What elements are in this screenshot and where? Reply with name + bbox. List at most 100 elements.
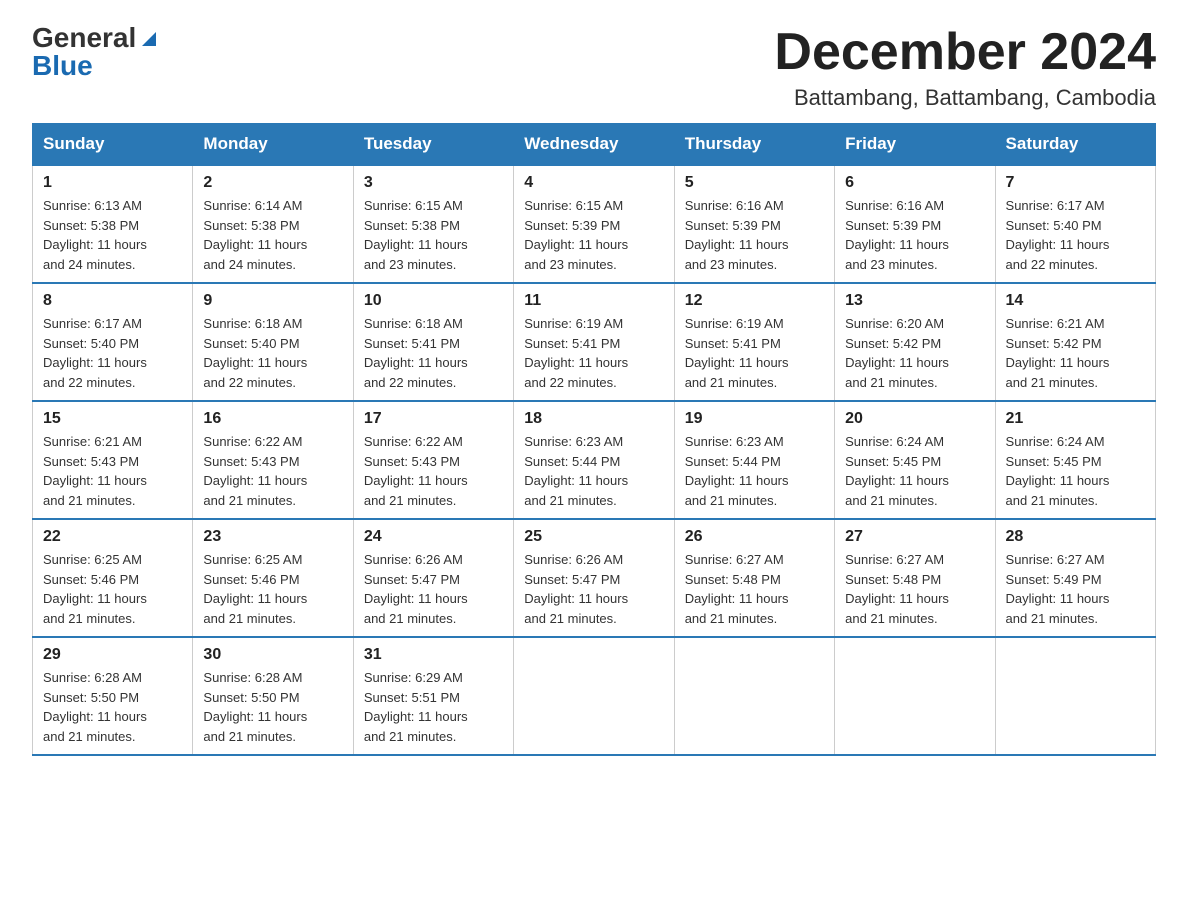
day-number: 13: [845, 292, 984, 310]
calendar-day-cell: 12 Sunrise: 6:19 AMSunset: 5:41 PMDaylig…: [674, 283, 834, 401]
day-number: 21: [1006, 410, 1145, 428]
calendar-day-cell: 2 Sunrise: 6:14 AMSunset: 5:38 PMDayligh…: [193, 165, 353, 283]
calendar-day-cell: 7 Sunrise: 6:17 AMSunset: 5:40 PMDayligh…: [995, 165, 1155, 283]
day-info: Sunrise: 6:22 AMSunset: 5:43 PMDaylight:…: [364, 434, 468, 508]
day-info: Sunrise: 6:19 AMSunset: 5:41 PMDaylight:…: [524, 316, 628, 390]
calendar-day-cell: 26 Sunrise: 6:27 AMSunset: 5:48 PMDaylig…: [674, 519, 834, 637]
page-header: General Blue December 2024 Battambang, B…: [32, 24, 1156, 111]
day-number: 15: [43, 410, 182, 428]
calendar-day-cell: 21 Sunrise: 6:24 AMSunset: 5:45 PMDaylig…: [995, 401, 1155, 519]
day-number: 26: [685, 528, 824, 546]
logo-text-blue: Blue: [32, 52, 93, 80]
calendar-week-row: 15 Sunrise: 6:21 AMSunset: 5:43 PMDaylig…: [33, 401, 1156, 519]
day-info: Sunrise: 6:24 AMSunset: 5:45 PMDaylight:…: [845, 434, 949, 508]
day-number: 28: [1006, 528, 1145, 546]
calendar-day-cell: 14 Sunrise: 6:21 AMSunset: 5:42 PMDaylig…: [995, 283, 1155, 401]
day-number: 31: [364, 646, 503, 664]
day-info: Sunrise: 6:27 AMSunset: 5:48 PMDaylight:…: [845, 552, 949, 626]
col-header-thursday: Thursday: [674, 124, 834, 166]
day-number: 8: [43, 292, 182, 310]
calendar-day-cell: 1 Sunrise: 6:13 AMSunset: 5:38 PMDayligh…: [33, 165, 193, 283]
day-number: 3: [364, 174, 503, 192]
calendar-day-cell: 16 Sunrise: 6:22 AMSunset: 5:43 PMDaylig…: [193, 401, 353, 519]
day-info: Sunrise: 6:26 AMSunset: 5:47 PMDaylight:…: [524, 552, 628, 626]
calendar-table: SundayMondayTuesdayWednesdayThursdayFrid…: [32, 123, 1156, 756]
calendar-day-cell: 8 Sunrise: 6:17 AMSunset: 5:40 PMDayligh…: [33, 283, 193, 401]
day-number: 9: [203, 292, 342, 310]
col-header-saturday: Saturday: [995, 124, 1155, 166]
day-info: Sunrise: 6:25 AMSunset: 5:46 PMDaylight:…: [203, 552, 307, 626]
day-info: Sunrise: 6:13 AMSunset: 5:38 PMDaylight:…: [43, 198, 147, 272]
day-number: 17: [364, 410, 503, 428]
day-number: 25: [524, 528, 663, 546]
day-number: 20: [845, 410, 984, 428]
calendar-day-cell: 22 Sunrise: 6:25 AMSunset: 5:46 PMDaylig…: [33, 519, 193, 637]
day-number: 29: [43, 646, 182, 664]
day-info: Sunrise: 6:23 AMSunset: 5:44 PMDaylight:…: [685, 434, 789, 508]
calendar-header-row: SundayMondayTuesdayWednesdayThursdayFrid…: [33, 124, 1156, 166]
day-info: Sunrise: 6:28 AMSunset: 5:50 PMDaylight:…: [43, 670, 147, 744]
calendar-day-cell: 31 Sunrise: 6:29 AMSunset: 5:51 PMDaylig…: [353, 637, 513, 755]
calendar-day-cell: 15 Sunrise: 6:21 AMSunset: 5:43 PMDaylig…: [33, 401, 193, 519]
day-info: Sunrise: 6:17 AMSunset: 5:40 PMDaylight:…: [1006, 198, 1110, 272]
day-number: 2: [203, 174, 342, 192]
day-number: 27: [845, 528, 984, 546]
day-info: Sunrise: 6:21 AMSunset: 5:42 PMDaylight:…: [1006, 316, 1110, 390]
calendar-day-cell: 27 Sunrise: 6:27 AMSunset: 5:48 PMDaylig…: [835, 519, 995, 637]
day-number: 18: [524, 410, 663, 428]
calendar-day-cell: 28 Sunrise: 6:27 AMSunset: 5:49 PMDaylig…: [995, 519, 1155, 637]
day-info: Sunrise: 6:22 AMSunset: 5:43 PMDaylight:…: [203, 434, 307, 508]
calendar-day-cell: 24 Sunrise: 6:26 AMSunset: 5:47 PMDaylig…: [353, 519, 513, 637]
logo-triangle-icon: [138, 28, 160, 50]
calendar-week-row: 8 Sunrise: 6:17 AMSunset: 5:40 PMDayligh…: [33, 283, 1156, 401]
month-title: December 2024: [774, 24, 1156, 81]
calendar-day-cell: 19 Sunrise: 6:23 AMSunset: 5:44 PMDaylig…: [674, 401, 834, 519]
day-info: Sunrise: 6:16 AMSunset: 5:39 PMDaylight:…: [845, 198, 949, 272]
col-header-monday: Monday: [193, 124, 353, 166]
col-header-tuesday: Tuesday: [353, 124, 513, 166]
day-number: 7: [1006, 174, 1145, 192]
calendar-day-cell: 30 Sunrise: 6:28 AMSunset: 5:50 PMDaylig…: [193, 637, 353, 755]
day-info: Sunrise: 6:15 AMSunset: 5:38 PMDaylight:…: [364, 198, 468, 272]
calendar-empty-cell: [514, 637, 674, 755]
calendar-empty-cell: [674, 637, 834, 755]
day-number: 23: [203, 528, 342, 546]
day-number: 6: [845, 174, 984, 192]
day-number: 16: [203, 410, 342, 428]
calendar-day-cell: 20 Sunrise: 6:24 AMSunset: 5:45 PMDaylig…: [835, 401, 995, 519]
day-info: Sunrise: 6:18 AMSunset: 5:41 PMDaylight:…: [364, 316, 468, 390]
day-info: Sunrise: 6:20 AMSunset: 5:42 PMDaylight:…: [845, 316, 949, 390]
day-info: Sunrise: 6:26 AMSunset: 5:47 PMDaylight:…: [364, 552, 468, 626]
calendar-day-cell: 9 Sunrise: 6:18 AMSunset: 5:40 PMDayligh…: [193, 283, 353, 401]
logo-text-general: General: [32, 24, 136, 52]
day-info: Sunrise: 6:24 AMSunset: 5:45 PMDaylight:…: [1006, 434, 1110, 508]
day-number: 14: [1006, 292, 1145, 310]
calendar-day-cell: 18 Sunrise: 6:23 AMSunset: 5:44 PMDaylig…: [514, 401, 674, 519]
col-header-wednesday: Wednesday: [514, 124, 674, 166]
day-info: Sunrise: 6:17 AMSunset: 5:40 PMDaylight:…: [43, 316, 147, 390]
day-number: 10: [364, 292, 503, 310]
calendar-day-cell: 4 Sunrise: 6:15 AMSunset: 5:39 PMDayligh…: [514, 165, 674, 283]
day-number: 5: [685, 174, 824, 192]
calendar-empty-cell: [995, 637, 1155, 755]
day-number: 1: [43, 174, 182, 192]
day-info: Sunrise: 6:27 AMSunset: 5:49 PMDaylight:…: [1006, 552, 1110, 626]
day-info: Sunrise: 6:19 AMSunset: 5:41 PMDaylight:…: [685, 316, 789, 390]
day-number: 19: [685, 410, 824, 428]
calendar-empty-cell: [835, 637, 995, 755]
calendar-week-row: 1 Sunrise: 6:13 AMSunset: 5:38 PMDayligh…: [33, 165, 1156, 283]
day-number: 24: [364, 528, 503, 546]
day-number: 4: [524, 174, 663, 192]
title-block: December 2024 Battambang, Battambang, Ca…: [774, 24, 1156, 111]
calendar-day-cell: 3 Sunrise: 6:15 AMSunset: 5:38 PMDayligh…: [353, 165, 513, 283]
calendar-day-cell: 13 Sunrise: 6:20 AMSunset: 5:42 PMDaylig…: [835, 283, 995, 401]
location-title: Battambang, Battambang, Cambodia: [774, 85, 1156, 111]
day-info: Sunrise: 6:29 AMSunset: 5:51 PMDaylight:…: [364, 670, 468, 744]
day-number: 22: [43, 528, 182, 546]
day-info: Sunrise: 6:25 AMSunset: 5:46 PMDaylight:…: [43, 552, 147, 626]
calendar-day-cell: 17 Sunrise: 6:22 AMSunset: 5:43 PMDaylig…: [353, 401, 513, 519]
calendar-day-cell: 11 Sunrise: 6:19 AMSunset: 5:41 PMDaylig…: [514, 283, 674, 401]
calendar-day-cell: 25 Sunrise: 6:26 AMSunset: 5:47 PMDaylig…: [514, 519, 674, 637]
calendar-day-cell: 23 Sunrise: 6:25 AMSunset: 5:46 PMDaylig…: [193, 519, 353, 637]
day-number: 12: [685, 292, 824, 310]
